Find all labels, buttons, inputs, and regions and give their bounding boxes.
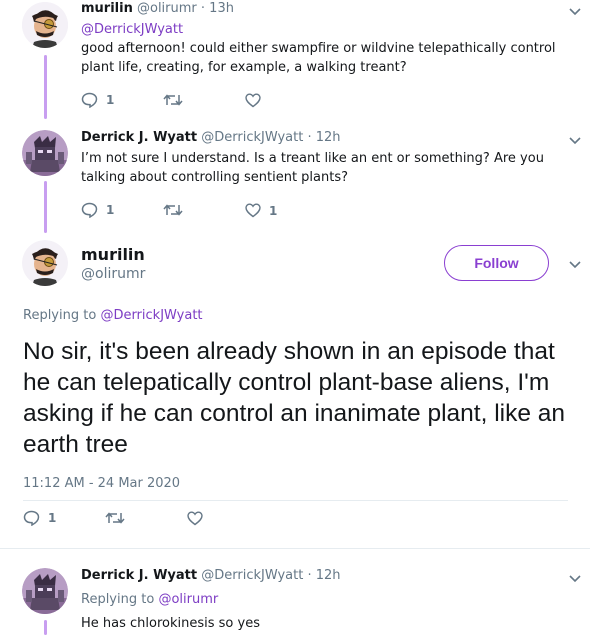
tweet-text: I’m not sure I understand. Is a treant l… xyxy=(81,151,544,185)
tweet-text: No sir, it's been already shown in an ep… xyxy=(23,338,566,458)
tweet-header: Derrick J. Wyatt @DerrickJWyatt · 12h xyxy=(81,568,341,583)
tweet-text: He has chlorokinesis so yes xyxy=(81,616,260,631)
heart-icon xyxy=(245,203,261,218)
tweet-text: good afternoon! could either swampfire o… xyxy=(81,41,556,75)
author-handle[interactable]: @DerrickJWyatt xyxy=(201,130,303,145)
tweet-time[interactable]: · 13h xyxy=(201,1,234,16)
mention-link[interactable]: @DerrickJWyatt xyxy=(100,308,202,323)
like-button[interactable] xyxy=(245,93,261,108)
reply-icon xyxy=(81,202,98,218)
author-handle[interactable]: @olirumr xyxy=(137,1,197,16)
author-name[interactable]: Derrick J. Wyatt xyxy=(81,568,197,583)
reply-count: 1 xyxy=(48,511,57,525)
reply-count: 1 xyxy=(106,93,115,107)
heart-icon xyxy=(187,511,203,526)
tweet-header: murilin @olirumr · 13h xyxy=(81,1,234,16)
avatar-murilin[interactable] xyxy=(22,2,68,48)
like-button[interactable] xyxy=(187,511,203,526)
tweet-header: Derrick J. Wyatt @DerrickJWyatt · 12h xyxy=(81,130,341,145)
retweet-button[interactable] xyxy=(163,203,183,217)
replying-label: Replying to xyxy=(23,308,97,323)
reply-count: 1 xyxy=(106,203,115,217)
divider xyxy=(0,548,590,549)
reply-button[interactable]: 1 xyxy=(81,202,114,218)
author-name[interactable]: Derrick J. Wyatt xyxy=(81,130,197,145)
tweet-timestamp[interactable]: 11:12 AM - 24 Mar 2020 xyxy=(23,476,180,491)
thread-line xyxy=(44,620,47,635)
retweet-button[interactable] xyxy=(163,93,183,107)
reply-icon xyxy=(23,510,40,526)
reply-button[interactable]: 1 xyxy=(23,510,56,526)
retweet-icon xyxy=(163,94,183,106)
chevron-down-icon[interactable] xyxy=(568,7,582,17)
reply-icon xyxy=(81,92,98,108)
mention-link[interactable]: @DerrickJWyatt xyxy=(81,20,183,39)
author-name[interactable]: murilin xyxy=(81,1,133,16)
retweet-icon xyxy=(163,204,183,216)
author-name[interactable]: murilin xyxy=(81,245,145,264)
author-handle[interactable]: @olirumr xyxy=(81,266,145,282)
retweet-button[interactable] xyxy=(105,511,125,525)
thread-line xyxy=(44,181,47,233)
mention-link[interactable]: @olirumr xyxy=(158,592,218,607)
avatar-derrick[interactable] xyxy=(22,568,68,614)
chevron-down-icon[interactable] xyxy=(568,574,582,584)
reply-button[interactable]: 1 xyxy=(81,92,114,108)
replying-to: Replying to @DerrickJWyatt xyxy=(23,308,203,323)
follow-button[interactable]: Follow xyxy=(444,245,549,281)
avatar-murilin[interactable] xyxy=(22,240,68,286)
chevron-down-icon[interactable] xyxy=(568,136,582,146)
divider xyxy=(23,500,568,501)
chevron-down-icon[interactable] xyxy=(568,260,582,270)
like-button[interactable]: 1 xyxy=(245,203,277,218)
heart-icon xyxy=(245,93,261,108)
thread-line xyxy=(44,55,47,119)
retweet-icon xyxy=(105,512,125,524)
like-count: 1 xyxy=(269,203,278,218)
replying-to: Replying to @olirumr xyxy=(81,592,218,607)
author-handle[interactable]: @DerrickJWyatt xyxy=(201,568,303,583)
tweet-time[interactable]: · 12h xyxy=(307,130,340,145)
avatar-derrick[interactable] xyxy=(22,130,68,176)
tweet-time[interactable]: · 12h xyxy=(307,568,340,583)
replying-label: Replying to xyxy=(81,592,155,607)
